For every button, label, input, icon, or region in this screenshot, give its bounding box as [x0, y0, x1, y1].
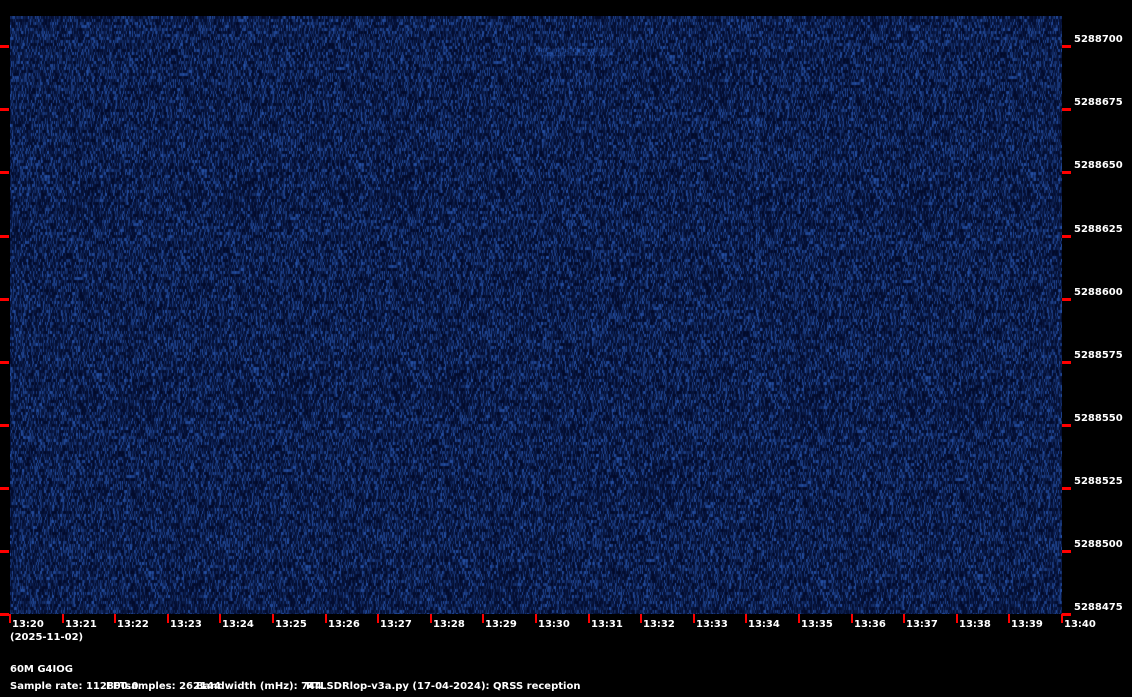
y-tick-left [0, 361, 9, 364]
y-tick-label: 5288525 [1074, 476, 1123, 487]
y-tick-label: 5288500 [1074, 539, 1123, 550]
x-tick [1061, 614, 1063, 623]
x-tick-label: 13:21 [65, 619, 97, 630]
y-tick-right [1062, 613, 1071, 616]
station-label: 60M G4IOG [10, 664, 73, 675]
x-tick-label: 13:33 [696, 619, 728, 630]
x-tick [535, 614, 537, 623]
x-tick-label: 13:29 [485, 619, 517, 630]
x-tick [693, 614, 695, 623]
y-tick-label: 5288575 [1074, 350, 1123, 361]
x-tick-label: 13:22 [117, 619, 149, 630]
y-tick-left [0, 108, 9, 111]
x-tick-label: 13:39 [1011, 619, 1043, 630]
y-tick-left [0, 235, 9, 238]
x-tick-label: 13:38 [959, 619, 991, 630]
x-tick [272, 614, 274, 623]
x-tick-label: 13:35 [801, 619, 833, 630]
y-tick-left [0, 613, 9, 616]
x-tick [325, 614, 327, 623]
x-tick [219, 614, 221, 623]
y-tick-label: 5288675 [1074, 97, 1123, 108]
y-tick-left [0, 424, 9, 427]
y-tick-right [1062, 550, 1071, 553]
y-tick-right [1062, 298, 1071, 301]
x-tick [798, 614, 800, 623]
x-tick [588, 614, 590, 623]
x-tick [9, 614, 11, 623]
spectrogram-heatmap [10, 16, 1062, 614]
y-tick-label: 5288550 [1074, 413, 1123, 424]
y-tick-label: 5288625 [1074, 224, 1123, 235]
bandwidth: Bandwidth (mHz): 744 [196, 681, 322, 692]
x-tick-label: 13:28 [433, 619, 465, 630]
x-tick-label: 13:34 [748, 619, 780, 630]
y-tick-left [0, 550, 9, 553]
y-tick-right [1062, 361, 1071, 364]
software-label: RTLSDRlop-v3a.py (17-04-2024): QRSS rece… [306, 681, 581, 692]
x-tick [62, 614, 64, 623]
x-tick [745, 614, 747, 623]
y-tick-left [0, 298, 9, 301]
x-tick [956, 614, 958, 623]
x-tick [114, 614, 116, 623]
x-tick-label: 13:30 [538, 619, 570, 630]
x-tick-label: 13:24 [222, 619, 254, 630]
date-label: (2025-11-02) [10, 632, 84, 643]
y-tick-right [1062, 424, 1071, 427]
x-tick-label: 13:31 [591, 619, 623, 630]
y-tick-right [1062, 487, 1071, 490]
y-tick-label: 5288600 [1074, 287, 1123, 298]
x-tick [640, 614, 642, 623]
x-tick [1008, 614, 1010, 623]
y-tick-right [1062, 45, 1071, 48]
x-tick-label: 13:32 [643, 619, 675, 630]
x-tick [430, 614, 432, 623]
x-tick-label: 13:26 [328, 619, 360, 630]
x-tick-label: 13:40 [1064, 619, 1096, 630]
y-tick-left [0, 487, 9, 490]
y-tick-left [0, 171, 9, 174]
x-tick [167, 614, 169, 623]
x-tick [377, 614, 379, 623]
y-tick-label: 5288650 [1074, 160, 1123, 171]
x-tick-label: 13:36 [854, 619, 886, 630]
y-tick-label: 5288475 [1074, 602, 1123, 613]
x-tick-label: 13:25 [275, 619, 307, 630]
x-tick [851, 614, 853, 623]
x-tick [903, 614, 905, 623]
y-tick-right [1062, 235, 1071, 238]
y-tick-label: 5288700 [1074, 34, 1123, 45]
y-tick-right [1062, 108, 1071, 111]
x-tick [482, 614, 484, 623]
y-tick-right [1062, 171, 1071, 174]
x-tick-label: 13:20 [12, 619, 44, 630]
x-tick-label: 13:37 [906, 619, 938, 630]
x-tick-label: 13:23 [170, 619, 202, 630]
x-tick-label: 13:27 [380, 619, 412, 630]
y-tick-left [0, 45, 9, 48]
